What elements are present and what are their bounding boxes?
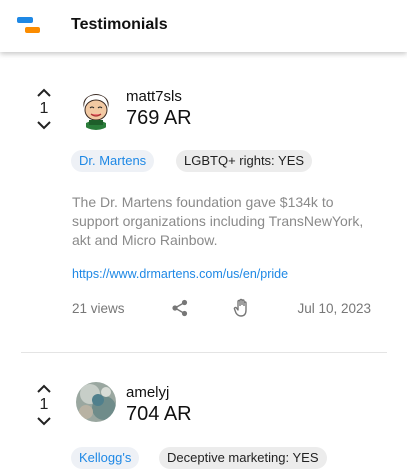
- page-title: Testimonials: [71, 16, 168, 33]
- vote-control: 1: [33, 382, 55, 428]
- testimonial-text: The Dr. Martens foundation gave $134k to…: [72, 194, 364, 248]
- username[interactable]: matt7sls: [126, 88, 182, 105]
- app-logo-icon[interactable]: [17, 17, 41, 37]
- post-date: Jul 10, 2023: [297, 301, 371, 316]
- source-link[interactable]: https://www.drmartens.com/us/en/pride: [72, 267, 288, 281]
- stance-chip[interactable]: LGBTQ+ rights: YES: [176, 150, 313, 172]
- vote-control: 1: [33, 86, 55, 132]
- upvote-arrow-icon[interactable]: [33, 86, 55, 100]
- vote-count: 1: [39, 100, 49, 117]
- stance-chip[interactable]: Deceptive marketing: YES: [159, 447, 327, 469]
- brand-chip[interactable]: Dr. Martens: [71, 150, 155, 172]
- card-divider: [21, 352, 387, 353]
- raised-hand-icon[interactable]: [232, 298, 252, 318]
- upvote-arrow-icon[interactable]: [33, 382, 55, 396]
- avatar[interactable]: [76, 90, 116, 130]
- vote-count: 1: [39, 396, 49, 413]
- avatar[interactable]: [76, 382, 116, 422]
- app-header: Testimonials: [0, 0, 407, 52]
- user-score: 704 AR: [126, 403, 192, 425]
- user-score: 769 AR: [126, 107, 192, 129]
- brand-chip[interactable]: Kellogg's: [71, 447, 140, 469]
- downvote-arrow-icon[interactable]: [33, 118, 55, 132]
- share-icon[interactable]: [170, 298, 190, 318]
- username[interactable]: amelyj: [126, 384, 169, 401]
- downvote-arrow-icon[interactable]: [33, 414, 55, 428]
- view-count: 21 views: [72, 301, 125, 316]
